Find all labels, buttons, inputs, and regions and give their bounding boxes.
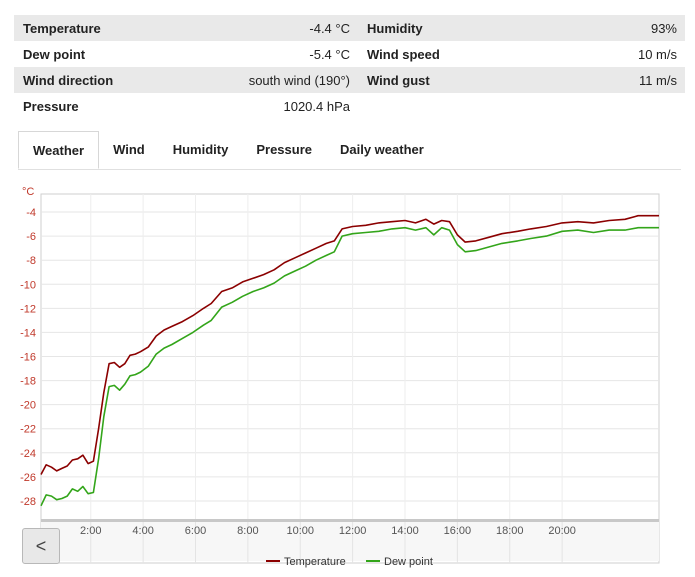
y-tick-label: -6 [26, 231, 36, 243]
navigator-scrollbar [41, 519, 659, 522]
stats-row: Temperature -4.4 °C Humidity 93% [14, 15, 685, 41]
legend-item: Temperature [284, 556, 346, 568]
x-tick-label: 12:00 [339, 525, 367, 537]
x-tick-label: 16:00 [444, 525, 472, 537]
y-tick-label: -24 [20, 448, 36, 460]
stat-label-wind-speed: Wind speed [367, 46, 440, 62]
stat-value-dew-point: -5.4 °C [309, 46, 350, 62]
stat-label-temperature: Temperature [23, 20, 101, 36]
stat-value-temperature: -4.4 °C [309, 20, 350, 36]
previous-day-button[interactable]: < [22, 528, 60, 564]
x-tick-label: 20:00 [548, 525, 576, 537]
y-tick-label: -16 [20, 352, 36, 364]
x-tick-label: 6:00 [185, 525, 206, 537]
stat-value-wind-direction: south wind (190°) [248, 72, 350, 88]
weather-chart: -4 -6 -8 -10 -12 -14 -16 -18 -20 -22 -24 -26 -28 2:00… [20, 186, 660, 568]
x-tick-label: 2:00 [80, 525, 101, 537]
chevron-left-icon: < [35, 535, 47, 556]
tab-daily-weather[interactable]: Daily weather [326, 131, 438, 168]
stat-value-wind-speed: 10 m/s [637, 46, 677, 62]
tab-wind[interactable]: Wind [99, 131, 159, 168]
tab-humidity[interactable]: Humidity [159, 131, 243, 168]
y-tick-label: -14 [20, 327, 36, 339]
stat-label-pressure: Pressure [23, 98, 79, 114]
x-tick-label: 10:00 [286, 525, 314, 537]
x-tick-label: 14:00 [391, 525, 419, 537]
y-tick-label: -20 [20, 400, 36, 412]
y-tick-label: -18 [20, 376, 36, 388]
stats-row: Wind direction south wind (190°) Wind gu… [14, 67, 685, 93]
weather-stats-table: Temperature -4.4 °C Humidity 93% Dew poi… [14, 15, 685, 119]
y-tick-label: -26 [20, 472, 36, 484]
stats-row: Pressure 1020.4 hPa [14, 93, 685, 119]
y-axis-label: °C [22, 186, 34, 198]
y-tick-label: -28 [20, 496, 36, 508]
stats-row: Dew point -5.4 °C Wind speed 10 m/s [14, 41, 685, 67]
y-tick-label: -4 [26, 207, 36, 219]
y-tick-label: -8 [26, 255, 36, 267]
stat-label-wind-gust: Wind gust [367, 72, 430, 88]
stat-value-pressure: 1020.4 hPa [283, 98, 350, 114]
x-tick-label: 4:00 [132, 525, 153, 537]
x-tick-label: 8:00 [237, 525, 258, 537]
series-line-dew-point [40, 226, 659, 507]
series-line-temperature [40, 214, 659, 475]
y-tick-label: -22 [20, 424, 36, 436]
tab-weather[interactable]: Weather [18, 131, 100, 169]
y-tick-label: -12 [20, 303, 36, 315]
y-tick-label: -10 [20, 279, 36, 291]
legend-item: Dew point [384, 556, 433, 568]
x-tick-label: 18:00 [496, 525, 524, 537]
chart-frame [40, 193, 660, 564]
stat-value-wind-gust: 11 m/s [638, 72, 677, 88]
stat-label-humidity: Humidity [367, 20, 423, 36]
stat-label-dew-point: Dew point [23, 46, 86, 62]
tab-pressure[interactable]: Pressure [242, 131, 326, 168]
stat-value-humidity: 93% [650, 20, 677, 36]
chart-tabs: Weather Wind Humidity Pressure Daily wea… [18, 131, 681, 170]
stat-label-wind-direction: Wind direction [23, 72, 114, 88]
